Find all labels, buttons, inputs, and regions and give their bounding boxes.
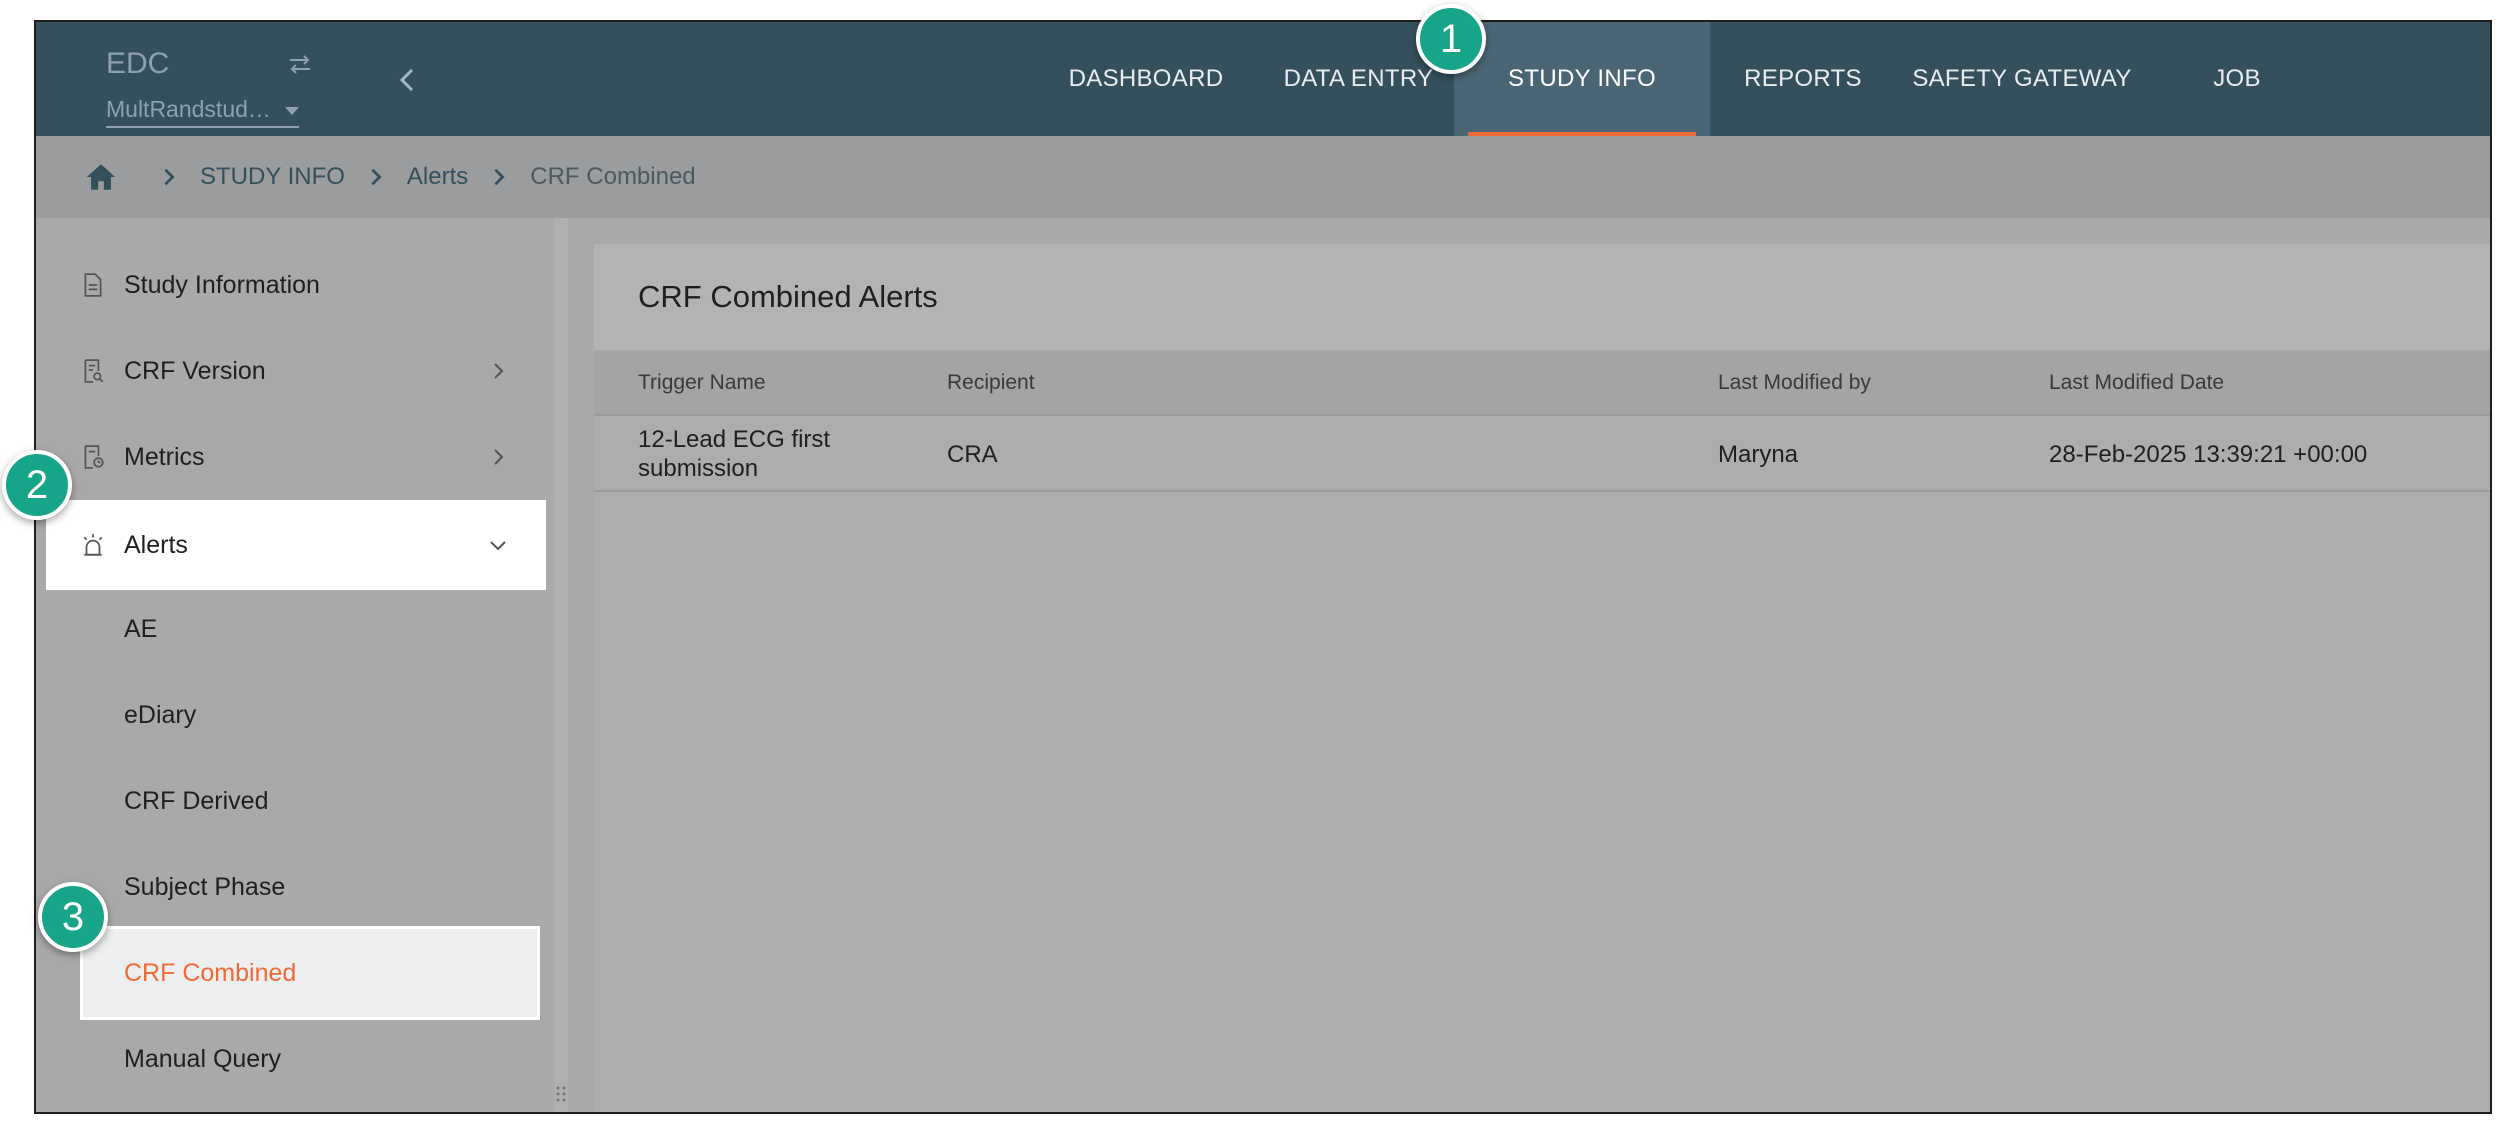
document-icon — [84, 273, 102, 297]
chevron-right-icon — [494, 168, 505, 186]
nav-safety-gateway[interactable]: SAFETY GATEWAY — [1907, 22, 2137, 136]
cell-last-modified-date: 28-Feb-2025 13:39:21 +00:00 — [2049, 440, 2368, 468]
chevron-right-icon — [494, 449, 504, 465]
sidebar-item-label: Alerts — [124, 530, 188, 559]
app-window: EDC MultRandstud… DASHBOARD DATA ENTRY S… — [34, 20, 2492, 1114]
sidebar-subitem-manual-query[interactable]: Manual Query — [124, 1016, 281, 1102]
home-icon[interactable] — [84, 160, 118, 194]
caret-down-icon — [284, 106, 299, 115]
page-title: CRF Combined Alerts — [594, 244, 2490, 350]
alarm-icon — [83, 534, 103, 556]
chevron-right-icon — [371, 168, 382, 186]
breadcrumb-study-info[interactable]: STUDY INFO — [200, 163, 345, 191]
breadcrumb-crf-combined: CRF Combined — [530, 163, 696, 190]
app-title: EDC — [106, 47, 170, 80]
resize-handle-icon[interactable] — [555, 1084, 567, 1108]
cell-trigger-name: 12-Lead ECG first submission — [638, 426, 831, 482]
sidebar-divider — [554, 218, 568, 1112]
table-header: Trigger Name Recipient Last Modified by … — [594, 350, 2490, 416]
top-navigation-bar: EDC MultRandstud… DASHBOARD DATA ENTRY S… — [36, 22, 2490, 150]
sidebar-item-crf-version[interactable]: CRF Version — [36, 328, 544, 414]
document-clock-icon — [84, 445, 104, 469]
main-nav: DASHBOARD DATA ENTRY STUDY INFO REPORTS … — [1046, 22, 2297, 150]
sidebar-item-label: Study Information — [124, 270, 320, 299]
column-header-last-modified-date[interactable]: Last Modified Date — [2049, 350, 2224, 416]
sidebar-item-label: Metrics — [124, 442, 205, 471]
chevron-left-icon[interactable] — [392, 64, 424, 96]
brand-area: EDC MultRandstud… — [106, 44, 310, 128]
sidebar-subitem-ae[interactable]: AE — [124, 586, 157, 672]
alerts-panel: CRF Combined Alerts Trigger Name Recipie… — [594, 244, 2490, 1112]
column-header-recipient[interactable]: Recipient — [947, 350, 1035, 416]
study-name: MultRandstud… — [106, 96, 271, 122]
callout-badge-1: 1 — [1416, 4, 1486, 74]
column-header-trigger-name[interactable]: Trigger Name — [638, 350, 918, 416]
chevron-down-icon — [490, 541, 506, 551]
sidebar: Study Information CRF Version Metrics Al… — [36, 218, 554, 1112]
table-row[interactable]: 12-Lead ECG first submission CRA Maryna … — [594, 416, 2490, 492]
study-selector[interactable]: MultRandstud… — [106, 96, 299, 128]
nav-reports[interactable]: REPORTS — [1723, 22, 1883, 136]
sidebar-item-alerts[interactable]: Alerts — [46, 500, 546, 590]
breadcrumb: STUDY INFO Alerts CRF Combined — [36, 136, 2490, 218]
nav-study-info[interactable]: STUDY INFO — [1454, 22, 1710, 150]
breadcrumb-alerts[interactable]: Alerts — [407, 163, 468, 191]
nav-dashboard[interactable]: DASHBOARD — [1046, 22, 1246, 136]
cell-recipient: CRA — [947, 440, 998, 468]
sidebar-item-label: CRF Version — [124, 356, 266, 385]
chevron-right-icon — [164, 168, 175, 186]
sidebar-subitem-crf-derived[interactable]: CRF Derived — [124, 758, 268, 844]
sidebar-item-study-information[interactable]: Study Information — [36, 242, 544, 328]
chevron-right-icon — [494, 363, 504, 379]
sidebar-subitem-subject-phase[interactable]: Subject Phase — [124, 844, 285, 930]
document-search-icon — [84, 359, 104, 383]
cell-last-modified-by: Maryna — [1718, 440, 1799, 468]
sidebar-subitem-ediary[interactable]: eDiary — [124, 672, 196, 758]
sidebar-item-metrics[interactable]: Metrics — [36, 414, 544, 500]
column-header-last-modified-by[interactable]: Last Modified by — [1718, 350, 1871, 416]
callout-badge-2: 2 — [2, 450, 72, 520]
nav-job[interactable]: JOB — [2177, 22, 2297, 136]
sidebar-subitem-crf-combined[interactable]: CRF Combined — [80, 926, 540, 1020]
callout-badge-3: 3 — [38, 882, 108, 952]
swap-icon[interactable] — [286, 50, 314, 78]
